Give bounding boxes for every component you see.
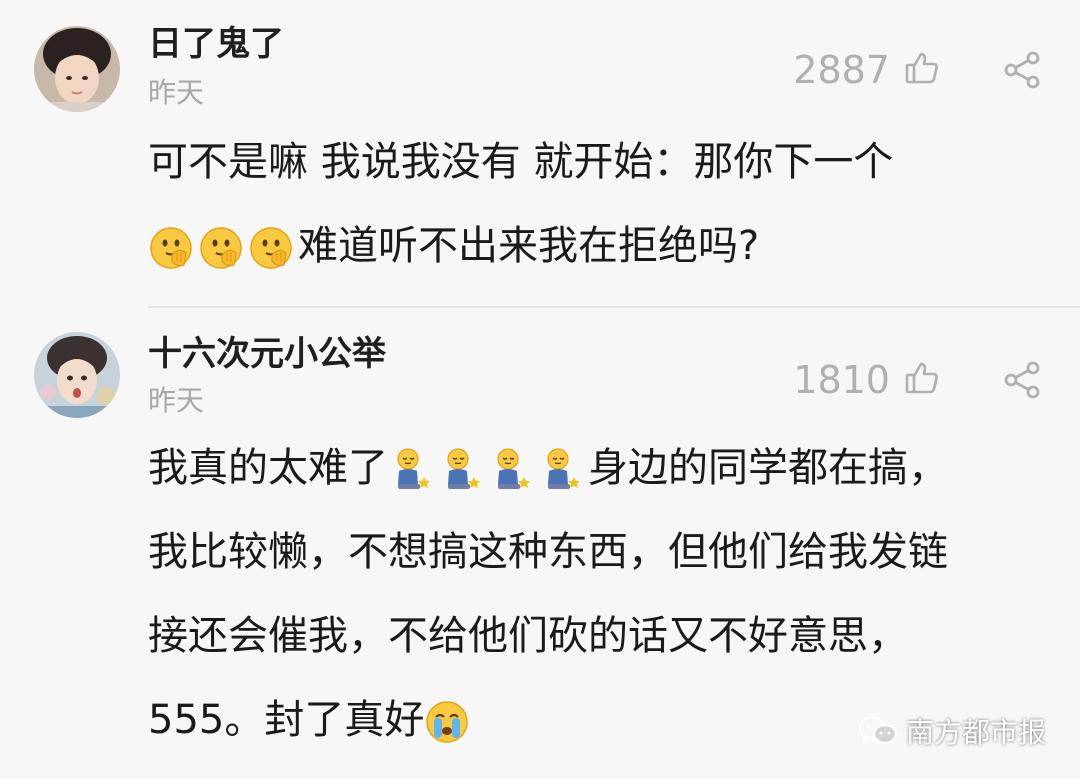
comment-text-line: 可不是嘛 我说我没有 就开始：那你下一个 (148, 139, 894, 185)
source-watermark: 南方都市报 (858, 711, 1046, 751)
comment-item: 十六次元小公举 昨天 1810 我真的太难了 身边的同学都在搞，我比较懒，不想搞… (0, 308, 1080, 779)
like-count: 1810 (793, 358, 890, 402)
thumbs-up-icon (904, 50, 940, 90)
comment-timestamp: 昨天 (148, 384, 205, 417)
comment-text-line: 难道听不出来我在拒绝吗? (148, 204, 1048, 288)
like-button[interactable]: 1810 (793, 358, 940, 402)
watermark-text: 南方都市报 (905, 716, 1046, 749)
like-count: 2887 (793, 48, 890, 92)
comment-text: 可不是嘛 我说我没有 就开始：那你下一个 难道听不出来我在拒绝吗? (148, 120, 1048, 288)
comment-timestamp: 昨天 (148, 76, 205, 109)
kneeling-figure-emoji (388, 447, 434, 493)
kneeling-figure-emoji (538, 447, 584, 493)
kneeling-figure-emoji (438, 447, 484, 493)
like-button[interactable]: 2887 (793, 48, 940, 92)
comment-text-segment: 难道听不出来我在拒绝吗? (298, 223, 760, 269)
thumbs-up-icon (904, 360, 940, 400)
thinking-face-emoji (198, 225, 244, 271)
comment-text: 我真的太难了 身边的同学都在搞，我比较懒，不想搞这种东西，但他们给我发链接还会催… (148, 426, 978, 762)
wechat-icon (858, 714, 898, 748)
kneeling-figure-emoji (488, 447, 534, 493)
avatar[interactable] (34, 26, 120, 112)
comment-username[interactable]: 十六次元小公举 (148, 334, 386, 374)
avatar[interactable] (34, 332, 120, 418)
crying-face-emoji (424, 699, 470, 745)
share-icon[interactable] (1000, 48, 1044, 92)
comment-username[interactable]: 日了鬼了 (148, 24, 284, 64)
thinking-face-emoji (148, 225, 194, 271)
share-icon[interactable] (1000, 358, 1044, 402)
comment-text-segment: 我真的太难了 (148, 445, 388, 491)
thinking-face-emoji (248, 225, 294, 271)
comment-item: 日了鬼了 昨天 2887 可不是嘛 我说我没有 就开始：那你下一个 难道听不出来… (0, 0, 1080, 306)
